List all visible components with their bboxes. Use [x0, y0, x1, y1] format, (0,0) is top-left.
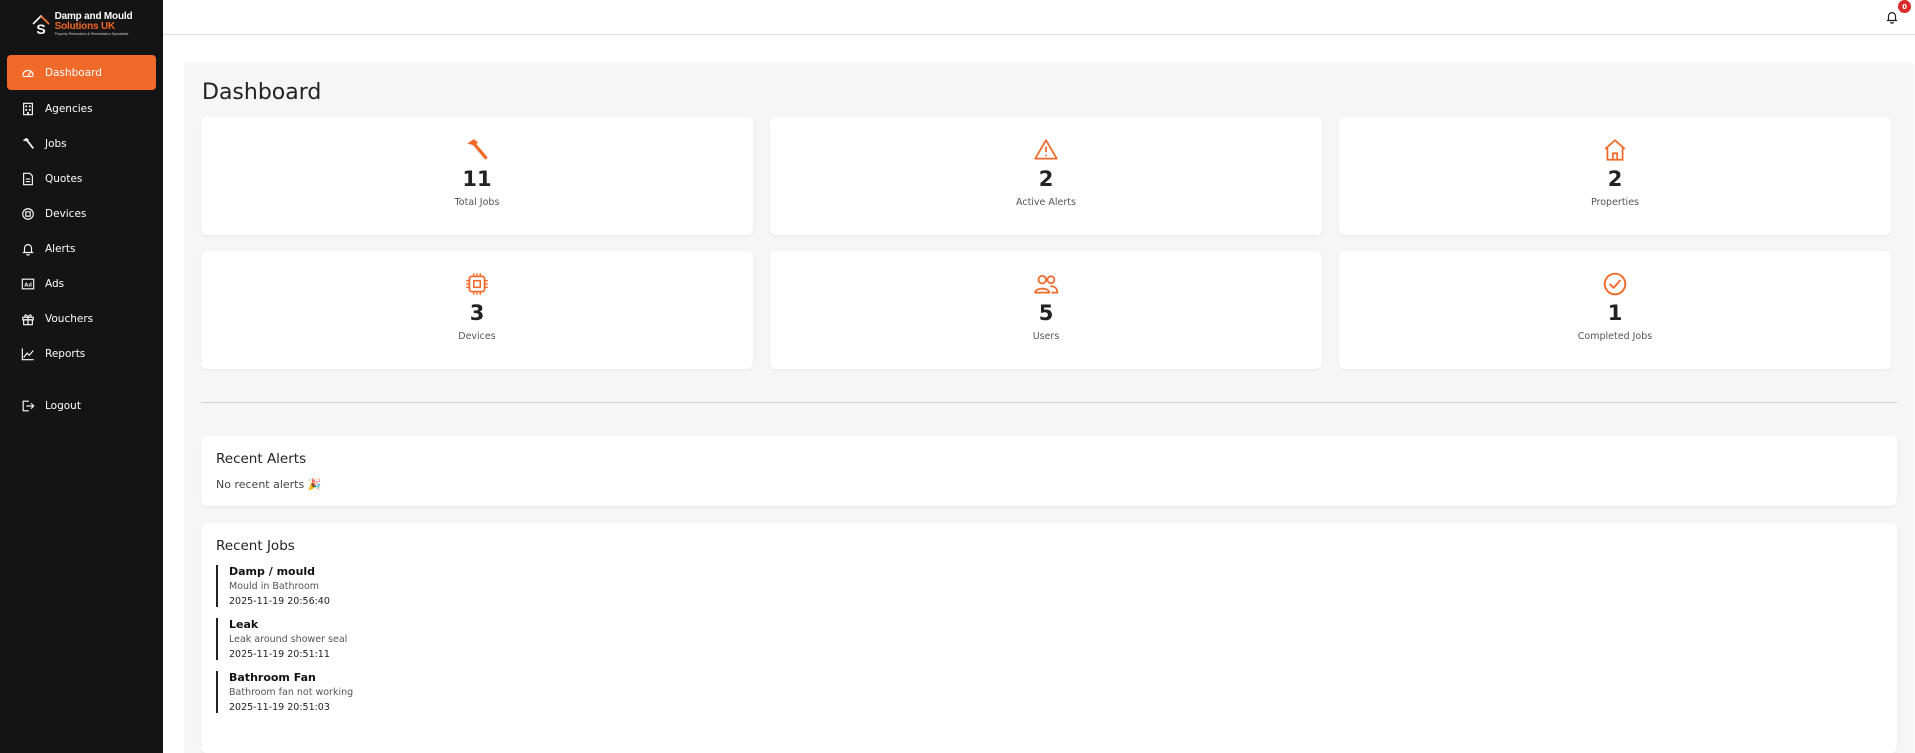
gift-icon — [21, 312, 35, 326]
stat-label: Properties — [1590, 197, 1639, 209]
job-timestamp: 2025-11-19 20:51:03 — [229, 702, 330, 713]
notification-bell-icon[interactable] — [1885, 9, 1899, 24]
brand-logo[interactable]: S Damp and Mould Solutions UK Property R… — [0, 0, 163, 45]
sidebar-item-jobs[interactable]: Jobs — [7, 126, 156, 161]
stat-card-properties: 2 Properties — [1339, 117, 1891, 235]
stat-card-users: 5 Users — [770, 251, 1322, 369]
users-icon — [1033, 271, 1059, 297]
sidebar-item-label: Alerts — [45, 242, 76, 255]
house-icon — [1602, 137, 1628, 163]
sidebar-item-label: Devices — [45, 207, 87, 220]
stat-card-completed-jobs: 1 Completed Jobs — [1339, 251, 1891, 369]
recent-job-item[interactable]: Leak Leak around shower seal 2025-11-19 … — [216, 618, 1882, 660]
dashboard-gauge-icon — [21, 66, 35, 80]
sidebar-item-label: Jobs — [45, 137, 67, 150]
building-icon — [21, 102, 35, 116]
bell-icon — [21, 242, 35, 256]
sidebar-item-reports[interactable]: Reports — [7, 336, 156, 371]
stat-label: Users — [1032, 331, 1060, 343]
stat-value: 11 — [462, 167, 492, 191]
recent-job-item[interactable]: Damp / mould Mould in Bathroom 2025-11-1… — [216, 565, 1882, 607]
stat-label: Devices — [458, 331, 496, 343]
hammer-icon — [21, 137, 35, 151]
stat-value: 2 — [1038, 167, 1054, 191]
sidebar-item-dashboard[interactable]: Dashboard — [7, 55, 156, 90]
stat-label: Active Alerts — [1016, 197, 1076, 209]
stat-value: 2 — [1607, 167, 1623, 191]
stat-card-total-jobs: 11 Total Jobs — [201, 117, 753, 235]
hammer-icon — [464, 137, 490, 163]
svg-text:Ad: Ad — [24, 282, 32, 288]
job-timestamp: 2025-11-19 20:51:11 — [229, 649, 330, 660]
job-description: Bathroom fan not working — [229, 687, 354, 698]
stat-value: 1 — [1607, 301, 1623, 325]
brand-tagline: Property Restoration & Remediation Speci… — [54, 32, 129, 37]
stat-card-active-alerts: 2 Active Alerts — [770, 117, 1322, 235]
sidebar-item-label: Ads — [45, 277, 65, 290]
job-title: Leak — [229, 618, 259, 631]
sidebar-item-label: Agencies — [45, 102, 93, 115]
dashboard-content: Dashboard 11 Total Jobs 2 Active Alerts — [184, 62, 1914, 753]
sidebar-item-label: Quotes — [45, 172, 83, 185]
warning-triangle-icon — [1033, 137, 1059, 163]
stats-grid: 11 Total Jobs 2 Active Alerts 2 Properti… — [201, 117, 1897, 369]
sidebar-item-devices[interactable]: Devices — [7, 196, 156, 231]
sidebar-item-label: Vouchers — [45, 312, 94, 325]
job-description: Leak around shower seal — [229, 634, 348, 645]
svg-text:S: S — [36, 21, 45, 37]
stat-value: 5 — [1038, 301, 1054, 325]
chart-line-icon — [21, 347, 35, 361]
sidebar-nav: Dashboard Agencies Jobs Quotes Devices A… — [0, 45, 163, 423]
page-title: Dashboard — [202, 80, 322, 105]
stat-label: Total Jobs — [454, 197, 500, 209]
check-circle-icon — [1602, 271, 1628, 297]
document-icon — [21, 172, 35, 186]
job-title: Bathroom Fan — [229, 671, 316, 684]
recent-job-item[interactable]: Bathroom Fan Bathroom fan not working 20… — [216, 671, 1882, 713]
recent-alerts-card: Recent Alerts No recent alerts 🎉 — [201, 436, 1897, 506]
stat-value: 3 — [469, 301, 485, 325]
job-timestamp: 2025-11-19 20:56:40 — [229, 596, 330, 607]
sidebar: S Damp and Mould Solutions UK Property R… — [0, 0, 163, 753]
logo-house-icon: S — [31, 13, 51, 37]
stat-label: Completed Jobs — [1577, 331, 1653, 343]
stat-card-devices: 3 Devices — [201, 251, 753, 369]
brand-name-line2: Solutions UK — [54, 21, 116, 33]
ad-icon: Ad — [21, 277, 35, 291]
app: S Damp and Mould Solutions UK Property R… — [0, 0, 1915, 753]
notification-count-badge: 0 — [1898, 0, 1911, 13]
chip-icon — [464, 271, 490, 297]
logout-icon — [21, 399, 35, 413]
recent-jobs-card: Recent Jobs Damp / mould Mould in Bathro… — [201, 523, 1897, 753]
job-title: Damp / mould — [229, 565, 316, 578]
sidebar-item-alerts[interactable]: Alerts — [7, 231, 156, 266]
sidebar-item-label: Logout — [45, 399, 81, 412]
sidebar-item-ads[interactable]: Ad Ads — [7, 266, 156, 301]
sidebar-item-label: Dashboard — [45, 66, 102, 79]
sidebar-item-logout[interactable]: Logout — [7, 388, 156, 423]
recent-jobs-title: Recent Jobs — [216, 538, 295, 554]
recent-alerts-empty-message: No recent alerts 🎉 — [216, 478, 322, 491]
recent-alerts-title: Recent Alerts — [216, 451, 307, 467]
sidebar-item-label: Reports — [45, 347, 86, 360]
sidebar-item-vouchers[interactable]: Vouchers — [7, 301, 156, 336]
job-description: Mould in Bathroom — [229, 581, 320, 592]
sidebar-item-quotes[interactable]: Quotes — [7, 161, 156, 196]
main-area: 0 Dashboard 11 Total Jobs 2 Active Alert… — [163, 0, 1915, 753]
section-divider — [201, 402, 1897, 403]
top-bar: 0 — [163, 0, 1915, 35]
sidebar-item-agencies[interactable]: Agencies — [7, 91, 156, 126]
device-icon — [21, 207, 35, 221]
